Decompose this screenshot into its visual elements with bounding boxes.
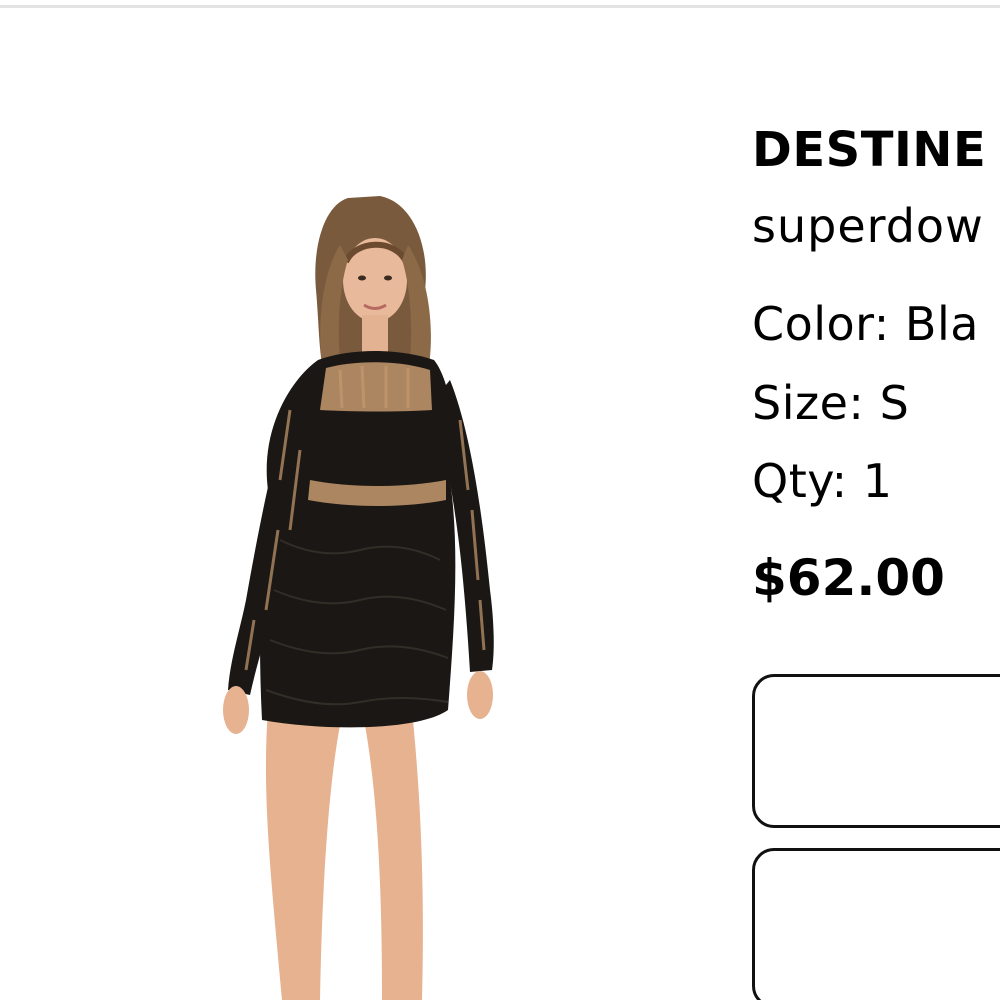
color-value: Bla <box>904 297 979 351</box>
product-image[interactable] <box>150 150 600 1000</box>
qty-label: Qty: <box>752 454 848 508</box>
quantity-attribute: Qty: 1 <box>752 451 893 511</box>
product-details: DESTINE superdow Color: Bla Size: S Qty:… <box>752 118 1000 1000</box>
product-name[interactable]: DESTINE <box>752 118 986 182</box>
designer-name[interactable]: superdow <box>752 196 984 256</box>
qty-value: 1 <box>862 454 893 508</box>
color-attribute: Color: Bla <box>752 294 979 354</box>
size-attribute: Size: S <box>752 373 909 433</box>
action-button-primary[interactable] <box>752 674 1000 828</box>
dress-model-illustration <box>223 196 494 1000</box>
color-label: Color: <box>752 297 890 351</box>
top-divider <box>0 0 1000 8</box>
action-button-secondary[interactable] <box>752 848 1000 1000</box>
size-label: Size: <box>752 376 865 430</box>
size-value: S <box>879 376 910 430</box>
product-price: $62.00 <box>752 549 945 607</box>
